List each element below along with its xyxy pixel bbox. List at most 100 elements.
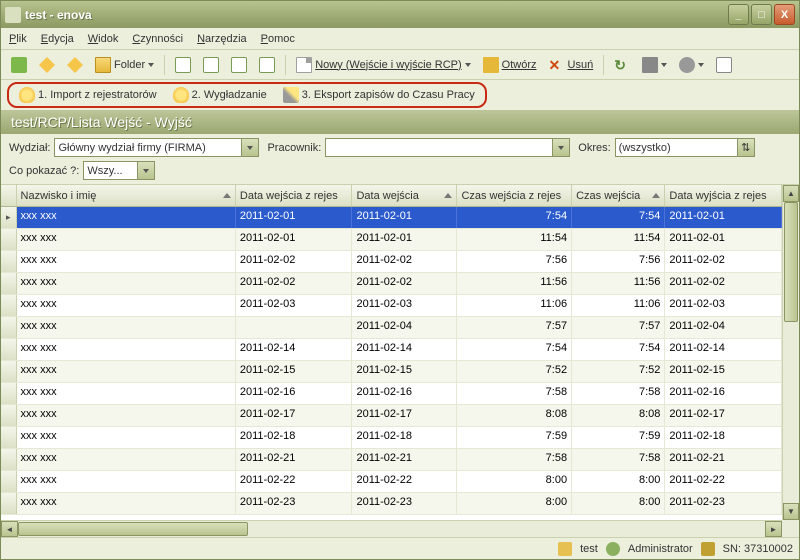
grid-cell[interactable]: 7:54 [457,339,572,360]
grid-cell[interactable]: 2011-02-03 [352,295,457,316]
column-header[interactable]: Czas wejścia z rejes [457,185,572,206]
grid-cell[interactable]: 2011-02-14 [236,339,353,360]
grid-cell[interactable]: xxx xxx [17,251,236,272]
grid-cell[interactable]: xxx xxx [17,207,236,228]
grid-cell[interactable]: 8:08 [572,405,665,426]
menu-widok[interactable]: Widok [88,33,119,45]
scroll-track[interactable] [18,521,765,537]
grid-cell[interactable]: 11:54 [572,229,665,250]
grid-cell[interactable]: 2011-02-14 [352,339,457,360]
grid-cell[interactable]: 2011-02-15 [236,361,353,382]
table-row[interactable]: xxx xxx2011-02-142011-02-147:547:542011-… [1,339,782,361]
grid-cell[interactable]: 2011-02-14 [665,339,782,360]
grid-cell[interactable]: 2011-02-16 [236,383,353,404]
grid-cell[interactable]: 11:56 [457,273,572,294]
column-header[interactable]: Data wyjścia z rejes [665,185,782,206]
scroll-up-button[interactable]: ▲ [783,185,799,202]
field-wydzial[interactable]: Główny wydział firmy (FIRMA) [54,138,259,157]
scroll-left-button[interactable]: ◄ [1,521,18,537]
maximize-button[interactable]: □ [751,4,772,25]
column-header[interactable]: Czas wejścia [572,185,665,206]
grid-cell[interactable]: 2011-02-17 [236,405,353,426]
grid-cell[interactable]: xxx xxx [17,229,236,250]
grid-cell[interactable]: 7:54 [572,207,665,228]
grid-cell[interactable]: 2011-02-01 [236,207,353,228]
grid-cell[interactable]: xxx xxx [17,317,236,338]
print-dropdown[interactable] [638,55,671,75]
table-row[interactable]: xxx xxx2011-02-162011-02-167:587:582011-… [1,383,782,405]
table-row[interactable]: xxx xxx2011-02-232011-02-238:008:002011-… [1,493,782,515]
smooth-button[interactable]: 2. Wygładzanie [169,85,271,105]
table-row[interactable]: ▸xxx xxx2011-02-012011-02-017:547:542011… [1,207,782,229]
menu-edycja[interactable]: Edycja [41,33,74,45]
table-row[interactable]: xxx xxx2011-02-022011-02-0211:5611:56201… [1,273,782,295]
grid-cell[interactable]: 2011-02-21 [665,449,782,470]
grid-cell[interactable]: 2011-02-22 [352,471,457,492]
grid-cell[interactable]: 7:58 [572,449,665,470]
grid-cell[interactable]: 8:00 [457,493,572,514]
view-list-button[interactable] [255,55,279,75]
column-header[interactable]: Data wejścia z rejes [236,185,353,206]
field-copokazac[interactable]: Wszy... [83,161,155,180]
grid-cell[interactable]: 2011-02-23 [352,493,457,514]
grid-cell[interactable]: 7:59 [457,427,572,448]
vertical-scrollbar[interactable]: ▲ ▼ [782,185,799,520]
grid-cell[interactable]: xxx xxx [17,449,236,470]
grid-cell[interactable]: 2011-02-02 [665,273,782,294]
menu-czynnosci[interactable]: Czynności [132,33,183,45]
grid-cell[interactable]: 7:56 [457,251,572,272]
grid-cell[interactable]: 7:54 [572,339,665,360]
grid-cell[interactable]: 2011-02-02 [665,251,782,272]
view-form-button[interactable] [199,55,223,75]
grid-cell[interactable]: xxx xxx [17,273,236,294]
open-button[interactable]: Otwórz [479,55,541,75]
grid-cell[interactable]: 7:57 [572,317,665,338]
window-button[interactable] [712,55,736,75]
refresh-button[interactable]: ↻ [610,55,634,75]
scroll-track[interactable] [783,202,799,503]
new-button[interactable]: Nowy (Wejście i wyjście RCP) [292,55,474,75]
grid-cell[interactable]: 2011-02-15 [665,361,782,382]
grid-cell[interactable]: 2011-02-17 [352,405,457,426]
grid-cell[interactable]: xxx xxx [17,339,236,360]
grid-cell[interactable]: 7:57 [457,317,572,338]
grid-cell[interactable]: 2011-02-01 [352,207,457,228]
grid-cell[interactable]: 2011-02-23 [236,493,353,514]
nav-forward-button[interactable] [63,55,87,75]
menu-plik[interactable]: Plik [9,33,27,45]
dropdown-button[interactable] [137,162,154,179]
menu-narzedzia[interactable]: Narzędzia [197,33,247,45]
grid-cell[interactable]: 7:52 [572,361,665,382]
field-okres[interactable]: (wszystko)⇅ [615,138,755,157]
view-grid-button[interactable] [171,55,195,75]
grid-cell[interactable]: 2011-02-17 [665,405,782,426]
scroll-down-button[interactable]: ▼ [783,503,799,520]
scroll-thumb[interactable] [18,522,248,536]
table-row[interactable]: xxx xxx2011-02-012011-02-0111:5411:54201… [1,229,782,251]
grid-cell[interactable]: xxx xxx [17,493,236,514]
scroll-right-button[interactable]: ► [765,521,782,537]
grid-cell[interactable]: 2011-02-21 [236,449,353,470]
grid-cell[interactable]: 11:06 [572,295,665,316]
dropdown-button[interactable] [552,139,569,156]
grid-cell[interactable]: 2011-02-04 [665,317,782,338]
grid-cell[interactable]: 2011-02-18 [352,427,457,448]
grid-cell[interactable]: 8:08 [457,405,572,426]
grid-cell[interactable]: 11:54 [457,229,572,250]
grid-cell[interactable]: 11:56 [572,273,665,294]
grid-cell[interactable]: 7:59 [572,427,665,448]
dropdown-button[interactable] [241,139,258,156]
grid-cell[interactable] [236,317,353,338]
grid-cell[interactable]: 7:58 [457,383,572,404]
titlebar[interactable]: test - enova _ □ X [1,1,799,28]
minimize-button[interactable]: _ [728,4,749,25]
grid-cell[interactable]: xxx xxx [17,405,236,426]
grid-cell[interactable]: 2011-02-02 [236,273,353,294]
import-button[interactable]: 1. Import z rejestratorów [15,85,161,105]
view-chart-button[interactable] [227,55,251,75]
grid-cell[interactable]: 2011-02-03 [236,295,353,316]
grid-cell[interactable]: 2011-02-04 [352,317,457,338]
grid-cell[interactable]: 7:56 [572,251,665,272]
scroll-thumb[interactable] [784,202,798,322]
spinner-button[interactable]: ⇅ [737,139,754,156]
